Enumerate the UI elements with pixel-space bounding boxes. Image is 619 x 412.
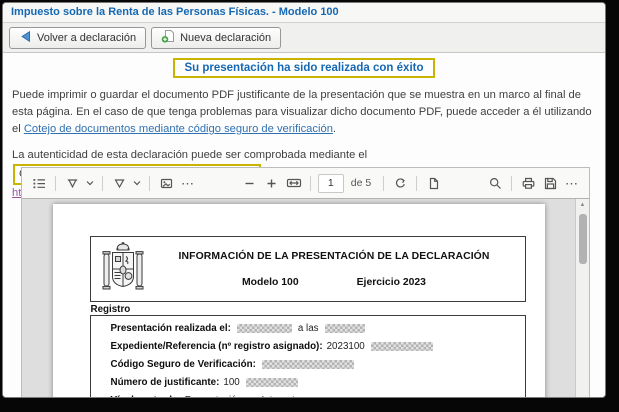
rotate-icon[interactable] [389, 172, 411, 194]
registro-row-csv: Código Seguro de Verificación: [111, 359, 525, 369]
fit-width-icon[interactable] [283, 172, 305, 194]
zoom-in-icon[interactable] [261, 172, 283, 194]
redacted-date-value [237, 324, 292, 333]
toolbar-divider [102, 176, 103, 191]
pdf-info-header-text: INFORMACIÓN DE LA PRESENTACIÓN DE LA DEC… [144, 251, 525, 288]
new-document-icon [161, 29, 175, 46]
pdf-viewer: ⋯ [21, 167, 590, 397]
pdf-registro-box: Presentación realizada el: a las Expedie… [90, 315, 526, 397]
page-title: Impuesto sobre la Renta de las Personas … [3, 3, 605, 23]
back-button-label: Volver a declaración [37, 32, 136, 44]
image-tool-icon[interactable] [155, 172, 177, 194]
chevron-down-icon[interactable] [130, 172, 144, 194]
page-number-input[interactable] [318, 174, 344, 193]
pdf-exercise-label: Ejercicio 2023 [357, 277, 426, 288]
toolbar-divider [55, 176, 56, 191]
paragraph1-period: . [333, 123, 336, 135]
toolbar-divider [511, 176, 512, 191]
redacted-time-value [325, 324, 365, 333]
registro-row-fecha: Presentación realizada el: a las [111, 323, 525, 333]
search-icon[interactable] [484, 172, 506, 194]
app-toolbar: Volver a declaración Nueva declaración [3, 23, 605, 53]
highlighter-tool-icon[interactable] [61, 172, 83, 194]
spain-coat-of-arms [102, 242, 144, 297]
pdf-zoom-page-controls: de 5 [239, 172, 444, 194]
new-button-label: Nueva declaración [180, 32, 271, 44]
new-declaration-button[interactable]: Nueva declaración [151, 27, 281, 49]
more-tools-icon[interactable]: ⋯ [177, 172, 199, 194]
chevron-down-icon[interactable] [83, 172, 97, 194]
cotejo-link[interactable]: Cotejo de documentos mediante código seg… [24, 123, 333, 135]
zoom-out-icon[interactable] [239, 172, 261, 194]
page-count-label: de 5 [351, 177, 371, 189]
paragraph2-text: La autenticidad de esta declaración pued… [12, 149, 367, 161]
pdf-action-controls: ⋯ [484, 172, 583, 194]
redacted-justificante-value [246, 378, 298, 387]
registro-row-via: Vía de entrada: Presentación por Interne… [111, 395, 525, 397]
back-to-declaration-button[interactable]: Volver a declaración [9, 27, 146, 49]
more-options-icon[interactable]: ⋯ [561, 172, 583, 194]
toolbar-divider [149, 176, 150, 191]
page-title-text: Impuesto sobre la Renta de las Personas … [11, 6, 339, 18]
sidebar-toggle-icon[interactable] [28, 172, 50, 194]
pdf-info-header-box: INFORMACIÓN DE LA PRESENTACIÓN DE LA DEC… [90, 236, 526, 302]
toolbar-divider [383, 176, 384, 191]
print-icon[interactable] [517, 172, 539, 194]
pdf-page: INFORMACIÓN DE LA PRESENTACIÓN DE LA DEC… [53, 204, 545, 397]
pdf-scrollbar[interactable]: ▲ [575, 199, 589, 397]
registro-section-label: Registro [91, 304, 131, 315]
pdf-toolbar: ⋯ [22, 168, 589, 199]
registro-row-expediente: Expediente/Referencia (nº registro asign… [111, 341, 525, 351]
save-icon[interactable] [539, 172, 561, 194]
scrollbar-thumb[interactable] [579, 214, 587, 264]
screenshot-root: { "window": { "title": "Impuesto sobre l… [0, 0, 619, 412]
redacted-expediente-value [371, 342, 433, 351]
back-arrow-icon [19, 30, 32, 46]
success-message-box: Su presentación ha sido realizada con éx… [173, 58, 434, 78]
pdf-model-label: Modelo 100 [242, 277, 299, 288]
toolbar-divider [310, 176, 311, 191]
draw-tool-icon[interactable] [108, 172, 130, 194]
toolbar-divider [416, 176, 417, 191]
pdf-declaration-title: INFORMACIÓN DE LA PRESENTACIÓN DE LA DEC… [144, 251, 525, 262]
redacted-csv-doc-value [262, 360, 354, 369]
main-content: Su presentación ha sido realizada con éx… [3, 53, 605, 397]
scroll-up-arrow[interactable]: ▲ [576, 199, 589, 211]
document-properties-icon[interactable] [422, 172, 444, 194]
app-window: Impuesto sobre la Renta de las Personas … [2, 2, 606, 398]
pdf-model-exercise: Modelo 100 Ejercicio 2023 [144, 277, 525, 288]
registro-row-justificante: Número de justificante: 100 [111, 377, 525, 387]
success-message-text: Su presentación ha sido realizada con éx… [184, 62, 423, 74]
paragraph-print-info: Puede imprimir o guardar el documento PD… [12, 87, 596, 138]
pdf-scroll-area[interactable]: INFORMACIÓN DE LA PRESENTACIÓN DE LA DEC… [22, 199, 575, 397]
